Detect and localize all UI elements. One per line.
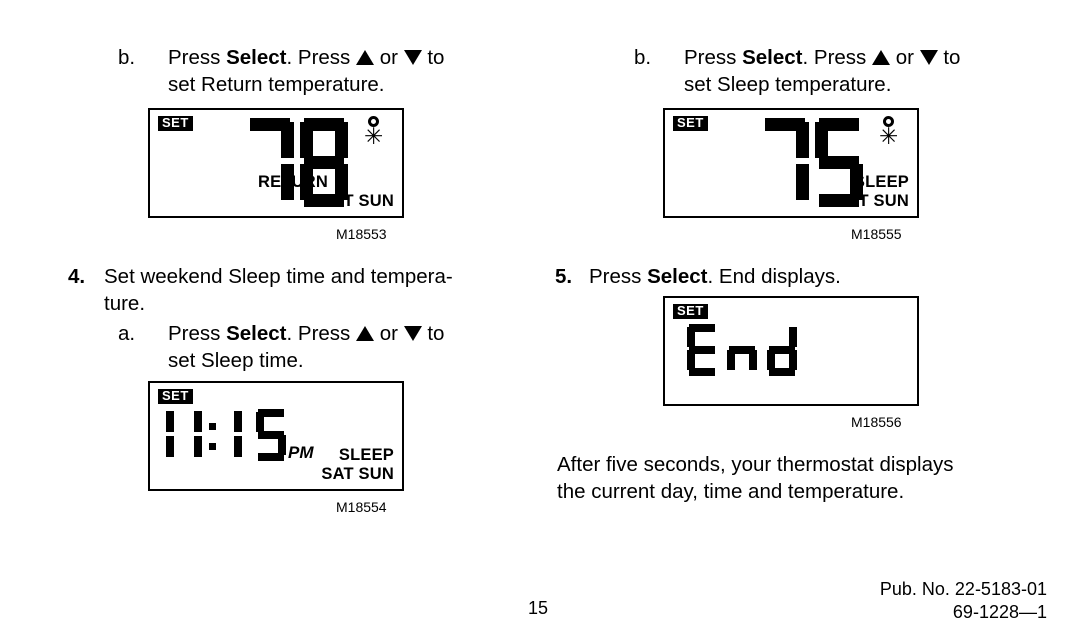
- lcd-meridiem-label: PM: [288, 443, 314, 462]
- lcd-display-return: SET ✳ RETURN SAT SUN: [148, 108, 404, 218]
- lcd-mode-label: RETURN: [258, 173, 328, 191]
- set-badge: SET: [673, 116, 708, 131]
- seven-segment-digit: [256, 409, 286, 461]
- set-badge: SET: [158, 116, 193, 131]
- arrow-down-icon: [919, 50, 938, 65]
- text-press: Press: [589, 265, 648, 288]
- set-badge: SET: [158, 389, 193, 404]
- publication-info: Pub. No. 22-5183-01 69-1228—1: [787, 578, 1047, 624]
- text-or: or: [890, 46, 920, 69]
- closing-line1: After five seconds, your thermostat disp…: [557, 453, 954, 476]
- text-press: Press: [168, 322, 227, 345]
- left-step-b-marker: b.: [118, 46, 136, 69]
- text-select-bold: Select: [742, 46, 803, 69]
- temperature-units-group: ✳: [879, 116, 899, 150]
- lcd-days-label: SAT SUN: [836, 192, 909, 210]
- figure-caption: M18556: [851, 414, 902, 430]
- text-press2: . Press: [286, 46, 357, 69]
- right-step-b-line2: set Sleep temperature.: [684, 73, 892, 96]
- closing-paragraph: After five seconds, your thermostat disp…: [557, 451, 1027, 505]
- left-step-4-line1: Set weekend Sleep time and tempera-: [104, 265, 453, 288]
- figure-caption: M18553: [336, 226, 387, 242]
- lcd-colon: [208, 409, 218, 461]
- seven-segment-digit: [188, 409, 202, 461]
- lcd-end-digits: [687, 324, 797, 376]
- text-or: or: [374, 46, 404, 69]
- seven-segment-digit: [160, 409, 174, 461]
- text-to: to: [421, 46, 445, 69]
- lcd-days-label: SAT SUN: [321, 465, 394, 483]
- temperature-units-group: ✳: [364, 116, 384, 150]
- arrow-down-icon: [403, 326, 422, 341]
- right-step-b-text: Press Select. Press or to set Sleep temp…: [684, 44, 1034, 98]
- text-or: or: [374, 322, 404, 345]
- page-number: 15: [528, 598, 549, 618]
- text-press2: . Press: [802, 46, 873, 69]
- right-step-b-marker: b.: [634, 46, 652, 69]
- text-to: to: [421, 322, 445, 345]
- arrow-up-icon: [356, 326, 375, 341]
- text-to: to: [937, 46, 961, 69]
- lcd-mode-label: SLEEP: [853, 173, 909, 191]
- seven-segment-digit: [687, 324, 717, 376]
- left-step-4-text: Set weekend Sleep time and tempera- ture…: [104, 263, 504, 317]
- arrow-up-icon: [872, 50, 891, 65]
- lcd-display-end: SET: [663, 296, 919, 406]
- arrow-up-icon: [356, 50, 375, 65]
- lcd-time-digits: PM: [160, 409, 314, 462]
- lcd-mode-label: SLEEP: [338, 446, 394, 464]
- right-step-5-marker: 5.: [555, 265, 573, 288]
- left-step-4a-text: Press Select. Press or to set Sleep time…: [168, 320, 518, 374]
- left-step-4-marker: 4.: [68, 265, 86, 288]
- seven-segment-digit: [767, 324, 797, 376]
- left-step-4-line2: ture.: [104, 292, 146, 315]
- lcd-days-label: SAT SUN: [321, 192, 394, 210]
- text-select-bold: Select: [647, 265, 708, 288]
- figure-caption: M18554: [336, 499, 387, 515]
- left-step-b-line2: set Return temperature.: [168, 73, 385, 96]
- seven-segment-digit: [228, 409, 242, 461]
- pub-number: Pub. No. 22-5183-01: [879, 579, 1047, 599]
- seven-segment-digit: [761, 118, 809, 206]
- text-press: Press: [168, 46, 227, 69]
- text-press2: . Press: [286, 322, 357, 345]
- right-step-5-text: Press Select. End displays.: [589, 263, 1009, 290]
- left-step-b-text: Press Select. Press or to set Return tem…: [168, 44, 518, 98]
- left-step-4a-marker: a.: [118, 322, 136, 345]
- arrow-down-icon: [403, 50, 422, 65]
- left-step-4a-line2: set Sleep time.: [168, 349, 304, 372]
- text-press: Press: [684, 46, 743, 69]
- text-select-bold: Select: [226, 46, 287, 69]
- seven-segment-digit: [727, 324, 757, 376]
- manual-page: b. Press Select. Press or to set Return …: [0, 0, 1080, 643]
- form-number: 69-1228—1: [952, 602, 1047, 622]
- set-badge: SET: [673, 304, 708, 319]
- seven-segment-digit: [246, 118, 294, 206]
- lcd-display-sleep-time: SET PM SLEEP SAT SUN: [148, 381, 404, 491]
- figure-caption: M18555: [851, 226, 902, 242]
- snowflake-icon: ✳: [364, 124, 384, 150]
- text-end-displays: . End displays.: [707, 265, 841, 288]
- snowflake-icon: ✳: [879, 124, 899, 150]
- lcd-display-sleep-temp: SET ✳ SLEEP SAT SUN: [663, 108, 919, 218]
- text-select-bold: Select: [226, 322, 287, 345]
- closing-line2: the current day, time and temperature.: [557, 480, 905, 503]
